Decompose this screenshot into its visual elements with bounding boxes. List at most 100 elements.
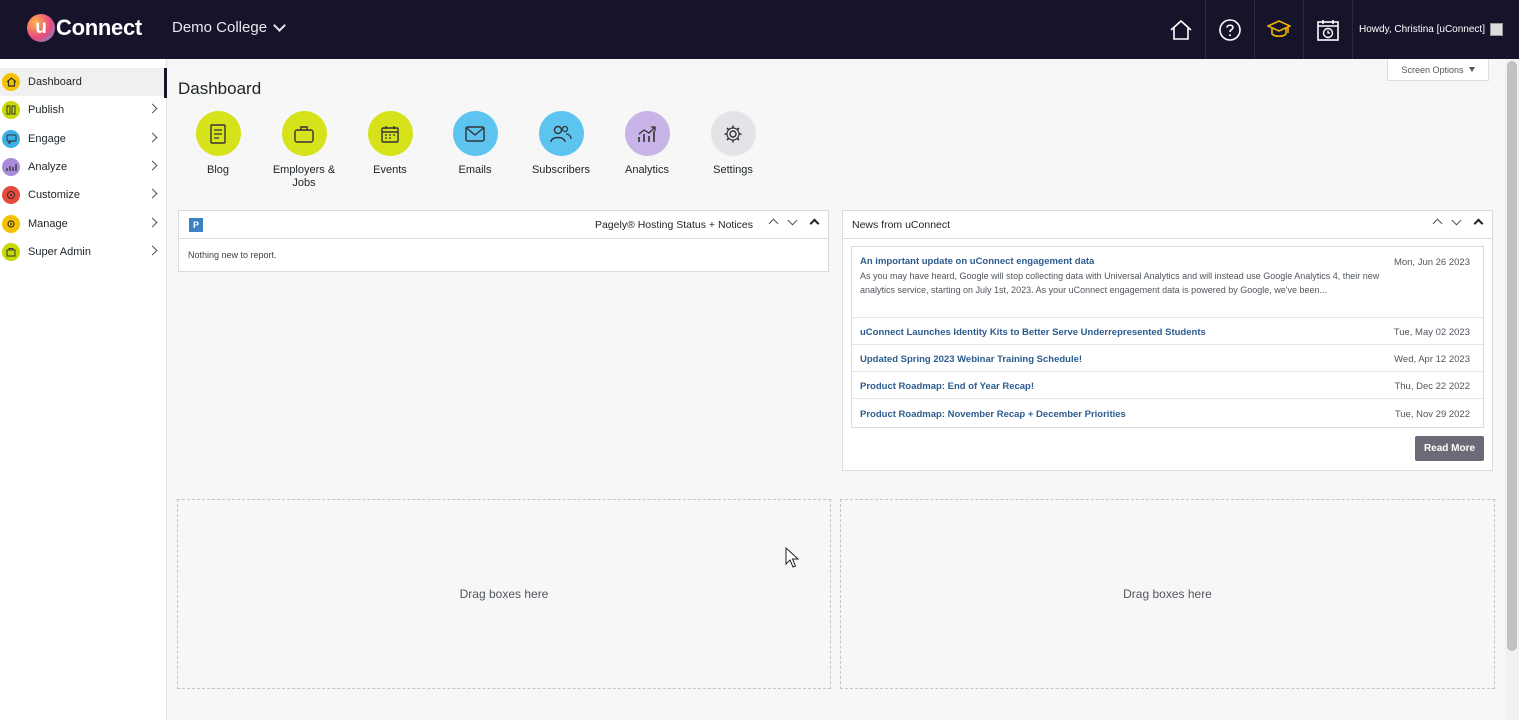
sidebar-item-label: Customize [28, 189, 80, 201]
manage-icon [2, 215, 20, 233]
sidebar-item-customize[interactable]: Customize [0, 181, 164, 209]
dropzone-right[interactable]: Drag boxes here [840, 499, 1495, 689]
sidebar-item-analyze[interactable]: Analyze [0, 153, 164, 181]
sidebar-item-label: Dashboard [28, 76, 82, 88]
help-button[interactable] [1205, 0, 1254, 59]
news-link[interactable]: An important update on uConnect engageme… [860, 256, 1475, 267]
pagely-title: Pagely® Hosting Status + Notices [594, 219, 753, 231]
logo-mark: u [27, 14, 55, 42]
chevron-right-icon [147, 245, 158, 256]
news-excerpt: As you may have heard, Google will stop … [860, 271, 1380, 295]
top-bar: u Connect Demo College Howdy, Christina … [0, 0, 1519, 59]
quick-link-label: Analytics [624, 164, 670, 176]
sidebar: Dashboard Publish Engage Analyze Customi… [0, 59, 167, 720]
sidebar-item-super-admin[interactable]: Super Admin [0, 238, 164, 266]
home-icon [2, 73, 20, 91]
news-date: Wed, Apr 12 2023 [1394, 354, 1470, 365]
dropzone-left[interactable]: Drag boxes here [177, 499, 831, 689]
move-up-icon[interactable] [768, 218, 779, 229]
graduation-cap-icon [1267, 19, 1291, 37]
move-down-icon[interactable] [787, 215, 798, 226]
college-name: Demo College [172, 19, 268, 36]
screen-options-button[interactable]: Screen Options [1387, 59, 1489, 81]
sidebar-item-label: Publish [28, 104, 65, 116]
pagely-badge: P [189, 218, 203, 232]
briefcase-icon [281, 111, 327, 156]
quick-link-label: Emails [458, 164, 492, 176]
dropzone-label: Drag boxes here [1123, 587, 1212, 601]
calendar-clock-icon [1317, 19, 1339, 41]
collapse-icon[interactable] [809, 218, 820, 229]
list-item: Updated Spring 2023 Webinar Training Sch… [852, 345, 1483, 372]
page-scrollbar[interactable] [1505, 59, 1519, 720]
schedule-button[interactable] [1303, 0, 1352, 59]
pagely-panel-header[interactable]: P Pagely® Hosting Status + Notices [179, 211, 828, 239]
page-title: Dashboard [178, 79, 262, 98]
pagely-panel: P Pagely® Hosting Status + Notices Nothi… [178, 210, 829, 272]
sidebar-item-manage[interactable]: Manage [0, 210, 164, 238]
user-menu[interactable]: Howdy, Christina [uConnect] [1352, 0, 1503, 59]
envelope-icon [452, 111, 498, 156]
move-down-icon[interactable] [1451, 215, 1462, 226]
chevron-right-icon [147, 103, 158, 114]
users-icon [538, 111, 584, 156]
list-item: uConnect Launches Identity Kits to Bette… [852, 318, 1483, 345]
news-panel: News from uConnect An important update o… [842, 210, 1493, 471]
analytics-icon [624, 111, 670, 156]
quick-link-blog[interactable]: Blog [175, 111, 261, 177]
scrollbar-thumb[interactable] [1507, 61, 1517, 651]
news-date: Tue, Nov 29 2022 [1394, 409, 1470, 420]
sidebar-item-engage[interactable]: Engage [0, 125, 164, 153]
quick-link-emails[interactable]: Emails [432, 111, 518, 177]
chevron-right-icon [147, 160, 158, 171]
news-list: An important update on uConnect engageme… [851, 246, 1484, 428]
news-link[interactable]: Updated Spring 2023 Webinar Training Sch… [860, 354, 1475, 365]
pagely-body: Nothing new to report. [188, 250, 277, 260]
quick-link-subscribers[interactable]: Subscribers [518, 111, 604, 177]
help-icon [1219, 18, 1241, 41]
list-item: Product Roadmap: November Recap + Decemb… [852, 399, 1483, 427]
news-link[interactable]: uConnect Launches Identity Kits to Bette… [860, 327, 1475, 338]
quick-link-events[interactable]: Events [347, 111, 433, 177]
news-link[interactable]: Product Roadmap: End of Year Recap! [860, 381, 1475, 392]
news-link[interactable]: Product Roadmap: November Recap + Decemb… [860, 409, 1475, 420]
news-date: Mon, Jun 26 2023 [1393, 257, 1470, 268]
screen-options-label: Screen Options [1401, 64, 1464, 75]
home-button[interactable] [1156, 0, 1205, 59]
gear-icon [710, 111, 756, 156]
sidebar-item-publish[interactable]: Publish [0, 96, 164, 124]
learning-button[interactable] [1254, 0, 1303, 59]
logo-text: Connect [56, 15, 142, 40]
sidebar-item-label: Super Admin [28, 246, 91, 258]
calendar-icon [367, 111, 413, 156]
sidebar-item-label: Manage [28, 218, 68, 230]
collapse-icon[interactable] [1473, 218, 1484, 229]
news-panel-header[interactable]: News from uConnect [843, 211, 1492, 239]
chevron-right-icon [147, 188, 158, 199]
chevron-down-icon [273, 18, 286, 32]
quick-link-analytics[interactable]: Analytics [604, 111, 690, 177]
howdy-text: Howdy, Christina [uConnect] [1359, 24, 1485, 35]
top-icon-bar [1156, 0, 1352, 59]
sidebar-item-dashboard[interactable]: Dashboard [0, 68, 164, 96]
customize-icon [2, 186, 20, 204]
move-up-icon[interactable] [1432, 218, 1443, 229]
sidebar-item-label: Analyze [28, 161, 68, 173]
quick-link-settings[interactable]: Settings [690, 111, 776, 177]
list-item: An important update on uConnect engageme… [852, 247, 1483, 318]
blog-icon [195, 111, 241, 156]
chevron-right-icon [147, 132, 158, 143]
news-title: News from uConnect [852, 219, 951, 231]
quick-link-label: Subscribers [531, 164, 591, 176]
quick-link-label: Employers & Jobs [272, 164, 336, 189]
chevron-right-icon [147, 217, 158, 228]
quick-link-label: Events [373, 164, 407, 176]
quick-link-employers-jobs[interactable]: Employers & Jobs [261, 111, 347, 190]
college-switcher[interactable]: Demo College [172, 18, 286, 36]
engage-icon [2, 130, 20, 148]
uconnect-logo[interactable]: u Connect [27, 14, 142, 42]
news-date: Tue, May 02 2023 [1393, 327, 1470, 338]
home-icon [1169, 19, 1192, 40]
publish-icon [2, 101, 20, 119]
read-more-button[interactable]: Read More [1415, 436, 1484, 461]
